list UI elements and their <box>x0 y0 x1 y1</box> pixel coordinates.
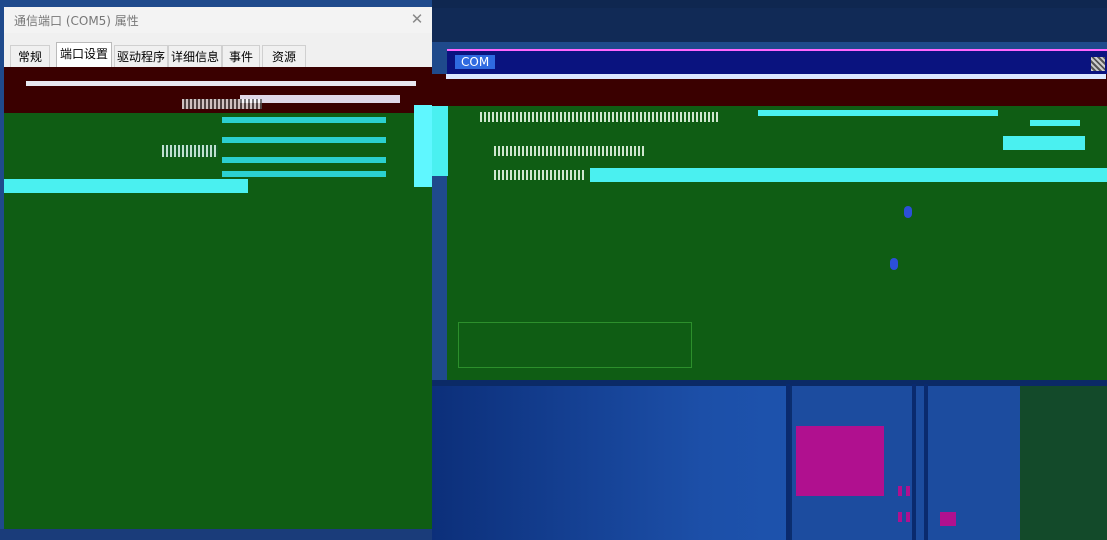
field-bar <box>240 95 400 103</box>
highlight-strip <box>1003 136 1085 150</box>
field-label <box>182 99 262 109</box>
magenta-block <box>940 512 956 526</box>
magenta-block <box>906 512 910 522</box>
divider <box>786 384 790 540</box>
properties-dialog: 通信端口 (COM5) 属性 ✕ 常规 端口设置 驱动程序 详细信息 事件 资源 <box>4 7 432 529</box>
option-group-box <box>458 322 692 368</box>
desktop-top-band <box>432 8 1107 42</box>
setting-label <box>162 145 218 157</box>
divider <box>912 384 916 540</box>
highlight-strip <box>758 110 998 116</box>
magenta-block <box>898 512 902 522</box>
text-line <box>494 146 644 156</box>
setting-field[interactable] <box>222 117 386 123</box>
setting-field[interactable] <box>222 157 386 163</box>
divider <box>432 380 1107 386</box>
dialog-titlebar: 通信端口 (COM5) 属性 ✕ <box>4 7 432 34</box>
window-control-icon[interactable] <box>1091 57 1105 71</box>
setting-field[interactable] <box>222 171 386 177</box>
magenta-block <box>796 426 884 496</box>
right-window-band <box>432 74 1107 108</box>
tab-resources[interactable]: 资源 <box>262 45 306 67</box>
tab-strip: 常规 端口设置 驱动程序 详细信息 事件 资源 <box>4 33 432 69</box>
right-window-titlebar: COM <box>447 49 1107 76</box>
bottom-strip <box>0 529 432 540</box>
radio-button[interactable] <box>890 258 898 270</box>
desktop-lower-right <box>1020 384 1107 540</box>
settings-band <box>4 67 432 113</box>
right-window-title: COM <box>455 55 496 69</box>
divider <box>924 384 928 540</box>
text-line <box>480 112 720 122</box>
divider <box>26 81 416 86</box>
tab-details[interactable]: 详细信息 <box>168 45 222 67</box>
tab-general[interactable]: 常规 <box>10 45 50 67</box>
highlight-strip <box>590 168 1107 182</box>
setting-field[interactable] <box>222 137 386 143</box>
highlight-strip <box>1030 120 1080 126</box>
tab-port-settings[interactable]: 端口设置 <box>56 42 112 68</box>
magenta-block <box>906 486 910 496</box>
scroll-strip <box>414 105 432 187</box>
setting-row-highlight <box>4 179 248 193</box>
divider <box>446 74 1106 79</box>
tab-events[interactable]: 事件 <box>222 45 260 67</box>
radio-button[interactable] <box>904 206 912 218</box>
tab-driver[interactable]: 驱动程序 <box>114 45 168 67</box>
text-line <box>494 170 584 180</box>
highlight-strip <box>432 106 448 176</box>
dialog-title: 通信端口 (COM5) 属性 <box>14 14 139 28</box>
close-icon[interactable]: ✕ <box>408 10 426 28</box>
magenta-block <box>898 486 902 496</box>
